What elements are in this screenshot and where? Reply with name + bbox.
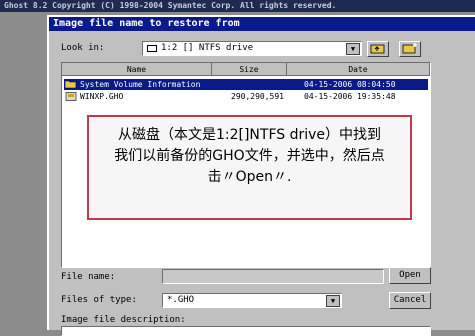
files-of-type-label: Files of type: — [61, 295, 137, 305]
new-folder-button[interactable] — [399, 41, 421, 57]
file-size: 290,290,591 — [231, 92, 284, 101]
new-folder-icon — [402, 43, 417, 54]
dialog-title: Image file name to restore from — [49, 17, 475, 31]
column-header-size[interactable]: Size — [212, 63, 287, 76]
look-in-value: 1:2 [] NTFS drive — [161, 43, 254, 53]
column-header-name[interactable]: Name — [62, 63, 212, 76]
ghost-file-icon — [65, 92, 77, 104]
look-in-label: Look in: — [61, 43, 105, 53]
callout-line-1: 从磁盘（本文是1:2[]NTFS drive）中找到 — [117, 127, 382, 143]
chevron-down-icon[interactable]: ▼ — [326, 295, 340, 307]
image-description-field[interactable] — [61, 326, 431, 336]
file-row-gho[interactable]: WINXP.GHO 290,290,591 04-15-2006 19:35:4… — [64, 91, 428, 102]
column-header-date[interactable]: Date — [287, 63, 430, 76]
up-folder-icon — [370, 44, 385, 54]
file-date: 04-15-2006 19:35:48 — [304, 92, 396, 101]
file-name-input[interactable] — [162, 269, 384, 284]
instruction-callout: 从磁盘（本文是1:2[]NTFS drive）中找到 我们以前备份的GHO文件，… — [87, 115, 412, 220]
chevron-down-icon[interactable]: ▼ — [346, 43, 360, 55]
file-name-label: File name: — [61, 272, 116, 282]
callout-line-3: 击〃Open〃. — [207, 169, 292, 185]
files-of-type-dropdown[interactable]: *.GHO ▼ — [162, 293, 342, 308]
callout-line-2: 我们以前备份的GHO文件，并选中，然后点 — [114, 148, 385, 164]
drive-icon — [147, 45, 157, 52]
file-name: WINXP.GHO — [80, 92, 124, 101]
file-row-folder[interactable]: System Volume Information 04-15-2006 08:… — [64, 79, 428, 90]
file-date: 04-15-2006 08:04:50 — [304, 80, 396, 89]
image-description-label: Image file description: — [61, 315, 186, 325]
app-title-bar: Ghost 8.2 Copyright (C) 1998-2004 Symant… — [0, 0, 475, 12]
cancel-button[interactable]: Cancel — [389, 292, 431, 309]
look-in-dropdown[interactable]: 1:2 [] NTFS drive ▼ — [142, 41, 362, 56]
open-button[interactable]: Open — [389, 267, 431, 284]
file-name: System Volume Information — [80, 80, 201, 89]
files-of-type-value: *.GHO — [167, 295, 195, 305]
up-folder-button[interactable] — [367, 41, 389, 57]
